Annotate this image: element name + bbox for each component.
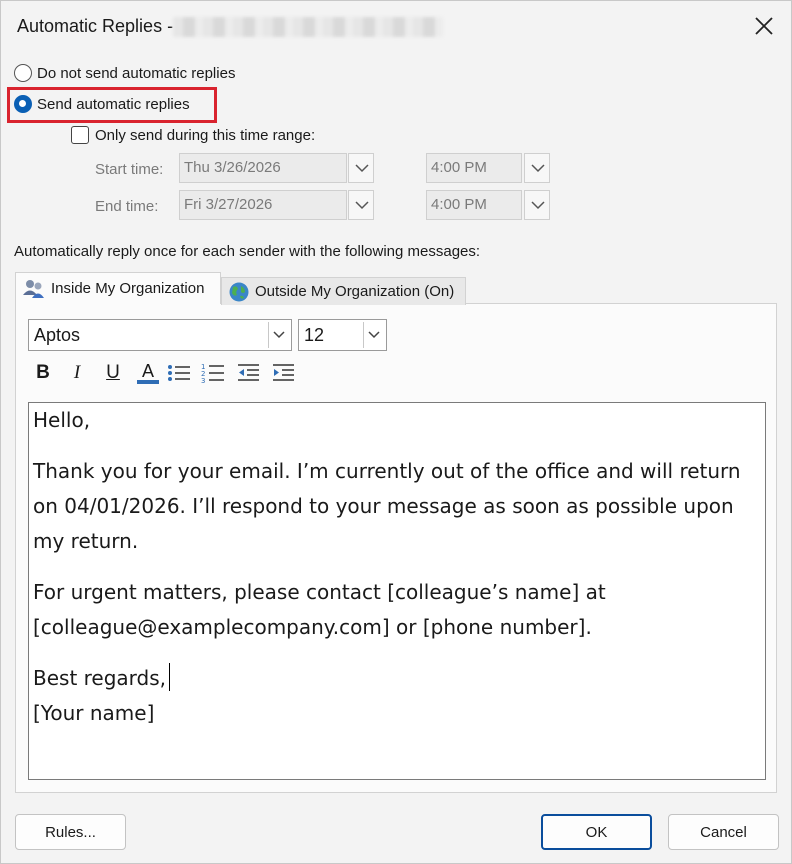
font-size-dropdown[interactable] [363, 322, 384, 348]
numbering-icon: 1 2 3 [201, 363, 224, 384]
tab-outside-organization[interactable]: Outside My Organization (On) [221, 277, 466, 305]
numbering-button[interactable]: 1 2 3 [199, 360, 227, 386]
tab-inside-organization[interactable]: Inside My Organization [15, 272, 221, 304]
instructions-text: Automatically reply once for each sender… [14, 243, 481, 260]
chevron-down-icon [273, 331, 285, 339]
chevron-down-icon [531, 164, 545, 173]
chevron-down-icon [368, 331, 380, 339]
bullets-icon [168, 365, 190, 381]
font-color-label: A [141, 361, 154, 381]
globe-icon [229, 282, 249, 301]
start-time-label: Start time: [95, 161, 164, 178]
time-range-label: Only send during this time range: [95, 126, 316, 144]
increase-indent-button[interactable] [269, 360, 297, 386]
message-editor[interactable]: Hello, Thank you for your email. I’m cur… [28, 402, 766, 780]
bullets-button[interactable] [165, 360, 193, 386]
start-date-dropdown[interactable] [348, 153, 374, 183]
start-date-field[interactable]: Thu 3/26/2026 [179, 153, 347, 183]
italic-button[interactable]: I [63, 360, 91, 386]
title-bar: Automatic Replies - [1, 1, 791, 49]
send-label: Send automatic replies [37, 95, 190, 113]
decrease-indent-button[interactable] [234, 360, 262, 386]
message-line: my return. [33, 529, 139, 553]
end-date-dropdown[interactable] [348, 190, 374, 220]
font-color-button[interactable]: A [134, 360, 162, 386]
tab-outside-label: Outside My Organization (On) [255, 283, 455, 300]
close-icon[interactable] [753, 15, 775, 37]
start-time-dropdown[interactable] [524, 153, 550, 183]
message-line: on 04/01/2026. I’ll respond to your mess… [33, 494, 734, 518]
font-name-combo[interactable]: Aptos [28, 319, 292, 351]
people-icon [23, 279, 44, 298]
do-not-send-radio[interactable] [14, 64, 32, 82]
svg-text:3: 3 [201, 377, 205, 384]
font-name-dropdown[interactable] [268, 322, 289, 348]
do-not-send-label: Do not send automatic replies [37, 64, 236, 82]
font-name-value: Aptos [34, 325, 81, 345]
chevron-down-icon [355, 164, 369, 173]
end-time-dropdown[interactable] [524, 190, 550, 220]
increase-indent-icon [273, 364, 294, 381]
ok-button[interactable]: OK [541, 814, 652, 850]
message-line: For urgent matters, please contact [coll… [33, 580, 606, 604]
font-size-combo[interactable]: 12 [298, 319, 387, 351]
bold-button[interactable]: B [29, 360, 57, 386]
message-greeting: Hello, [33, 408, 91, 432]
end-time-field[interactable]: 4:00 PM [426, 190, 522, 220]
send-radio[interactable] [14, 95, 32, 113]
send-option[interactable]: Send automatic replies [14, 95, 190, 113]
message-line: Thank you for your email. I’m currently … [33, 459, 741, 483]
text-caret [169, 663, 170, 691]
message-closing: Best regards, [33, 666, 167, 690]
automatic-replies-dialog: Automatic Replies - Do not send automati… [0, 0, 792, 864]
end-time-label: End time: [95, 198, 159, 215]
message-line: [colleague@examplecompany.com] or [phone… [33, 615, 592, 639]
italic-label: I [73, 362, 81, 383]
bold-label: B [36, 362, 50, 383]
underline-label: U [106, 362, 120, 383]
rules-button[interactable]: Rules... [15, 814, 126, 850]
cancel-button[interactable]: Cancel [668, 814, 779, 850]
font-size-value: 12 [304, 325, 325, 345]
window-title: Automatic Replies - [17, 16, 174, 36]
font-color-swatch [137, 380, 159, 384]
chevron-down-icon [531, 201, 545, 210]
chevron-down-icon [355, 201, 369, 210]
time-range-option[interactable]: Only send during this time range: [71, 126, 315, 144]
redacted-account-name [173, 17, 443, 37]
message-signature: [Your name] [33, 701, 155, 725]
tab-inside-label: Inside My Organization [51, 280, 205, 297]
start-time-field[interactable]: 4:00 PM [426, 153, 522, 183]
decrease-indent-icon [238, 364, 259, 381]
do-not-send-option[interactable]: Do not send automatic replies [14, 64, 235, 82]
underline-button[interactable]: U [99, 360, 127, 386]
time-range-checkbox[interactable] [71, 126, 89, 144]
end-date-field[interactable]: Fri 3/27/2026 [179, 190, 347, 220]
